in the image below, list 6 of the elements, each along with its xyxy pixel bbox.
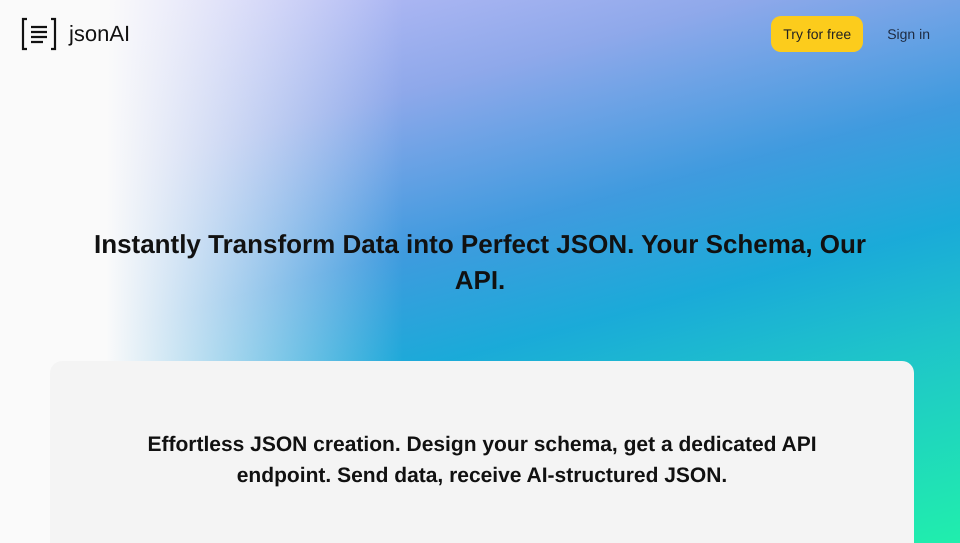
hero-headline: Instantly Transform Data into Perfect JSON. Your Schema, Our API. [92, 228, 867, 297]
sign-in-link[interactable]: Sign in [887, 22, 930, 46]
logo-text[interactable]: jsonAI [69, 21, 130, 47]
try-for-free-button[interactable]: Try for free [771, 16, 864, 52]
document-lines-icon [21, 17, 57, 51]
card-text: Effortless JSON creation. Design your schema, get a dedicated API endpoint. Send data, receive AI-structured JSON. [146, 432, 818, 489]
